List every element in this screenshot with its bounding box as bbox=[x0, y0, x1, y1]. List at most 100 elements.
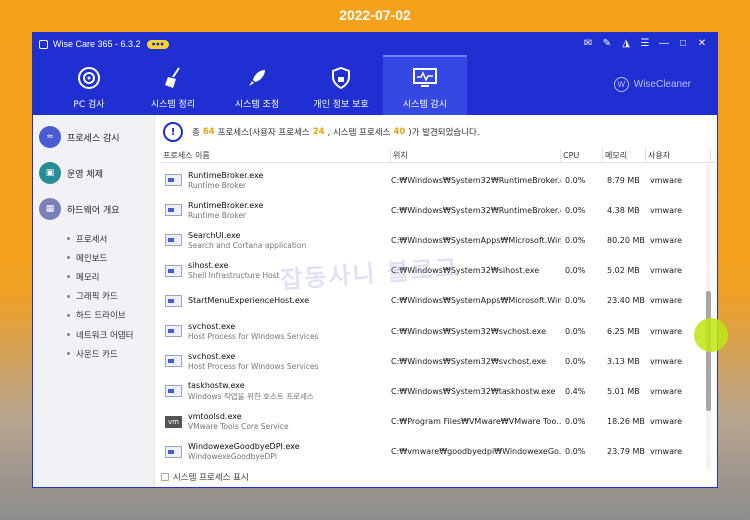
summary-suffix: )가 발견되었습니다. bbox=[408, 128, 480, 138]
table-row[interactable]: vm vmtoolsd.exe VMware Tools Core Service C… bbox=[161, 407, 717, 437]
process-description: Host Process for Windows Services bbox=[188, 331, 319, 341]
maximize-icon[interactable]: □ bbox=[678, 39, 688, 49]
cell-location: C:₩Windows₩SystemApps₩Microsoft.Win... bbox=[391, 296, 561, 306]
cell-user: vmware bbox=[650, 235, 683, 245]
message-icon[interactable]: ✉ bbox=[583, 39, 593, 49]
cell-user: vmware bbox=[650, 175, 683, 185]
summary-middle1: 프로세스(사용자 프로세스 bbox=[217, 128, 310, 138]
sidebar-item-label: 운영 체제 bbox=[67, 169, 103, 180]
target-icon bbox=[75, 64, 103, 92]
process-description: Runtime Broker bbox=[188, 180, 247, 190]
cell-name: vm vmtoolsd.exe VMware Tools Core Service bbox=[161, 412, 391, 431]
sidebar-subitem-memory[interactable]: 메모리 bbox=[67, 267, 154, 286]
sidebar-subitem-graphics[interactable]: 그래픽 카드 bbox=[67, 287, 154, 306]
wisecleaner-logo-icon: W bbox=[613, 77, 629, 92]
process-monitor-icon: ≈ bbox=[39, 126, 61, 148]
sidebar-subitem-hard-drive[interactable]: 하드 드라이브 bbox=[67, 306, 154, 325]
nav-system-tune[interactable]: 시스템 조정 bbox=[215, 55, 299, 115]
sidebar-subitem-network[interactable]: 네트워크 어댑터 bbox=[67, 325, 154, 344]
brand-name: WiseCleaner bbox=[633, 79, 691, 90]
table-row[interactable]: RuntimeBroker.exe Runtime Broker C:₩Window… bbox=[161, 195, 717, 225]
cell-cpu: 0.0% bbox=[565, 356, 586, 366]
column-header-user[interactable]: 사용자 bbox=[646, 148, 711, 163]
column-header-name[interactable]: 프로세스 이름 bbox=[161, 148, 391, 163]
sidebar-item-hardware[interactable]: ▦ 하드웨어 개요 bbox=[33, 191, 154, 227]
table-row[interactable]: taskhostw.exe Windows 작업을 위한 호스트 프로세스 C:₩W… bbox=[161, 376, 717, 406]
app-title: Wise Care 365 - 6.3.2 bbox=[53, 39, 141, 49]
cell-cpu: 0.0% bbox=[565, 296, 586, 306]
table-row[interactable]: svchost.exe Host Process for Windows Serv… bbox=[161, 316, 717, 346]
process-name: svchost.exe bbox=[188, 321, 236, 331]
cell-cpu: 0.0% bbox=[565, 235, 586, 245]
version-badge[interactable]: ●●● bbox=[146, 39, 170, 49]
window-icon bbox=[165, 204, 182, 217]
close-icon[interactable]: ✕ bbox=[697, 39, 707, 49]
process-description: Runtime Broker bbox=[188, 210, 247, 220]
nav-system-clean[interactable]: 시스템 정리 bbox=[131, 55, 215, 115]
column-header-memory[interactable]: 메모리 bbox=[603, 148, 646, 163]
process-summary: ! 총 64 프로세스(사용자 프로세스 24 , 시스템 프로세스 40 )가… bbox=[161, 115, 717, 149]
nav-label: 시스템 조정 bbox=[234, 100, 280, 110]
cell-name: StartMenuExperienceHost.exe bbox=[161, 294, 391, 307]
main-nav: PC 검사 시스템 정리 시스템 조정 개인 정보 보호 시스템 감시 W Wi… bbox=[33, 55, 717, 115]
cell-name: RuntimeBroker.exe Runtime Broker bbox=[161, 171, 391, 190]
sidebar-item-os[interactable]: ▣ 운영 체제 bbox=[33, 155, 154, 191]
title-bar: Wise Care 365 - 6.3.2 ●●● ✉ ✎ ◮ ☰ — □ ✕ bbox=[33, 33, 717, 55]
show-system-process-checkbox[interactable] bbox=[161, 473, 169, 481]
shirt-icon[interactable]: ◮ bbox=[621, 39, 631, 49]
table-row[interactable]: svchost.exe Host Process for Windows Serv… bbox=[161, 346, 717, 376]
cell-cpu: 0.0% bbox=[565, 175, 586, 185]
cell-name: WindowexeGoodbyeDPI.exe WindowexeGoodbyeD… bbox=[161, 442, 391, 461]
process-name: WindowexeGoodbyeDPI.exe bbox=[188, 442, 300, 452]
os-icon: ▣ bbox=[39, 162, 61, 184]
table-row[interactable]: sihost.exe Shell Infrastructure Host C:₩Wi… bbox=[161, 256, 717, 286]
process-name: svchost.exe bbox=[188, 351, 236, 361]
cell-location: C:₩Windows₩System32₩svchost.exe bbox=[391, 326, 547, 336]
window-icon bbox=[165, 174, 182, 187]
table-row[interactable]: WindowexeGoodbyeDPI.exe WindowexeGoodbyeD… bbox=[161, 437, 717, 467]
cell-cpu: 0.0% bbox=[565, 266, 586, 276]
sidebar-subitem-processor[interactable]: 프로세서 bbox=[67, 229, 154, 248]
process-description: Windows 작업을 위한 호스트 프로세스 bbox=[188, 391, 314, 401]
cell-memory: 4.38 MB bbox=[607, 205, 640, 215]
table-row[interactable]: StartMenuExperienceHost.exe C:₩Windows₩Sy… bbox=[161, 286, 717, 316]
scrollbar[interactable] bbox=[706, 165, 711, 469]
cell-location: C:₩Windows₩System32₩svchost.exe bbox=[391, 356, 547, 366]
table-row[interactable]: RuntimeBroker.exe Runtime Broker C:₩Window… bbox=[161, 165, 717, 195]
cell-name: RuntimeBroker.exe Runtime Broker bbox=[161, 201, 391, 220]
nav-label: 시스템 정리 bbox=[150, 100, 196, 110]
process-description: WindowexeGoodbyeDPI bbox=[188, 452, 277, 462]
nav-privacy[interactable]: 개인 정보 보호 bbox=[299, 55, 383, 115]
summary-middle2: , 시스템 프로세스 bbox=[327, 128, 391, 138]
cell-cpu: 0.0% bbox=[565, 205, 586, 215]
cell-memory: 18.26 MB bbox=[607, 417, 645, 427]
menu-icon[interactable]: ☰ bbox=[640, 39, 650, 49]
window-icon bbox=[165, 325, 182, 338]
cell-memory: 3.13 MB bbox=[607, 356, 640, 366]
cell-name: SearchUI.exe Search and Cortana applicati… bbox=[161, 231, 391, 250]
mouse-cursor-highlight bbox=[694, 318, 728, 352]
cell-user: vmware bbox=[650, 296, 683, 306]
table-row[interactable]: SearchUI.exe Search and Cortana applicati… bbox=[161, 225, 717, 255]
cell-memory: 8.79 MB bbox=[607, 175, 640, 185]
sidebar-item-process-monitor[interactable]: ≈ 프로세스 감시 bbox=[33, 119, 154, 155]
monitor-icon bbox=[411, 64, 439, 92]
nav-pc-check[interactable]: PC 검사 bbox=[47, 55, 131, 115]
cell-user: vmware bbox=[650, 266, 683, 276]
sidebar-subitem-sound[interactable]: 사운드 카드 bbox=[67, 344, 154, 363]
nav-system-monitor[interactable]: 시스템 감시 bbox=[383, 55, 467, 115]
window-icon bbox=[165, 234, 182, 247]
sidebar-item-label: 하드웨어 개요 bbox=[67, 205, 120, 216]
minimize-icon[interactable]: — bbox=[659, 39, 669, 49]
summary-prefix: 총 bbox=[192, 128, 200, 138]
window-icon bbox=[165, 385, 182, 398]
column-header-cpu[interactable]: CPU bbox=[561, 148, 603, 163]
edit-icon[interactable]: ✎ bbox=[602, 39, 612, 49]
process-table-body: RuntimeBroker.exe Runtime Broker C:₩Window… bbox=[161, 165, 717, 469]
cell-location: C:₩Windows₩System32₩RuntimeBroker.e... bbox=[391, 205, 561, 215]
cell-name: svchost.exe Host Process for Windows Serv… bbox=[161, 352, 391, 371]
process-panel: ! 총 64 프로세스(사용자 프로세스 24 , 시스템 프로세스 40 )가… bbox=[155, 115, 717, 487]
column-header-location[interactable]: 위치 bbox=[391, 148, 561, 163]
cell-memory: 23.40 MB bbox=[607, 296, 645, 306]
sidebar-subitem-mainboard[interactable]: 메인보드 bbox=[67, 248, 154, 267]
